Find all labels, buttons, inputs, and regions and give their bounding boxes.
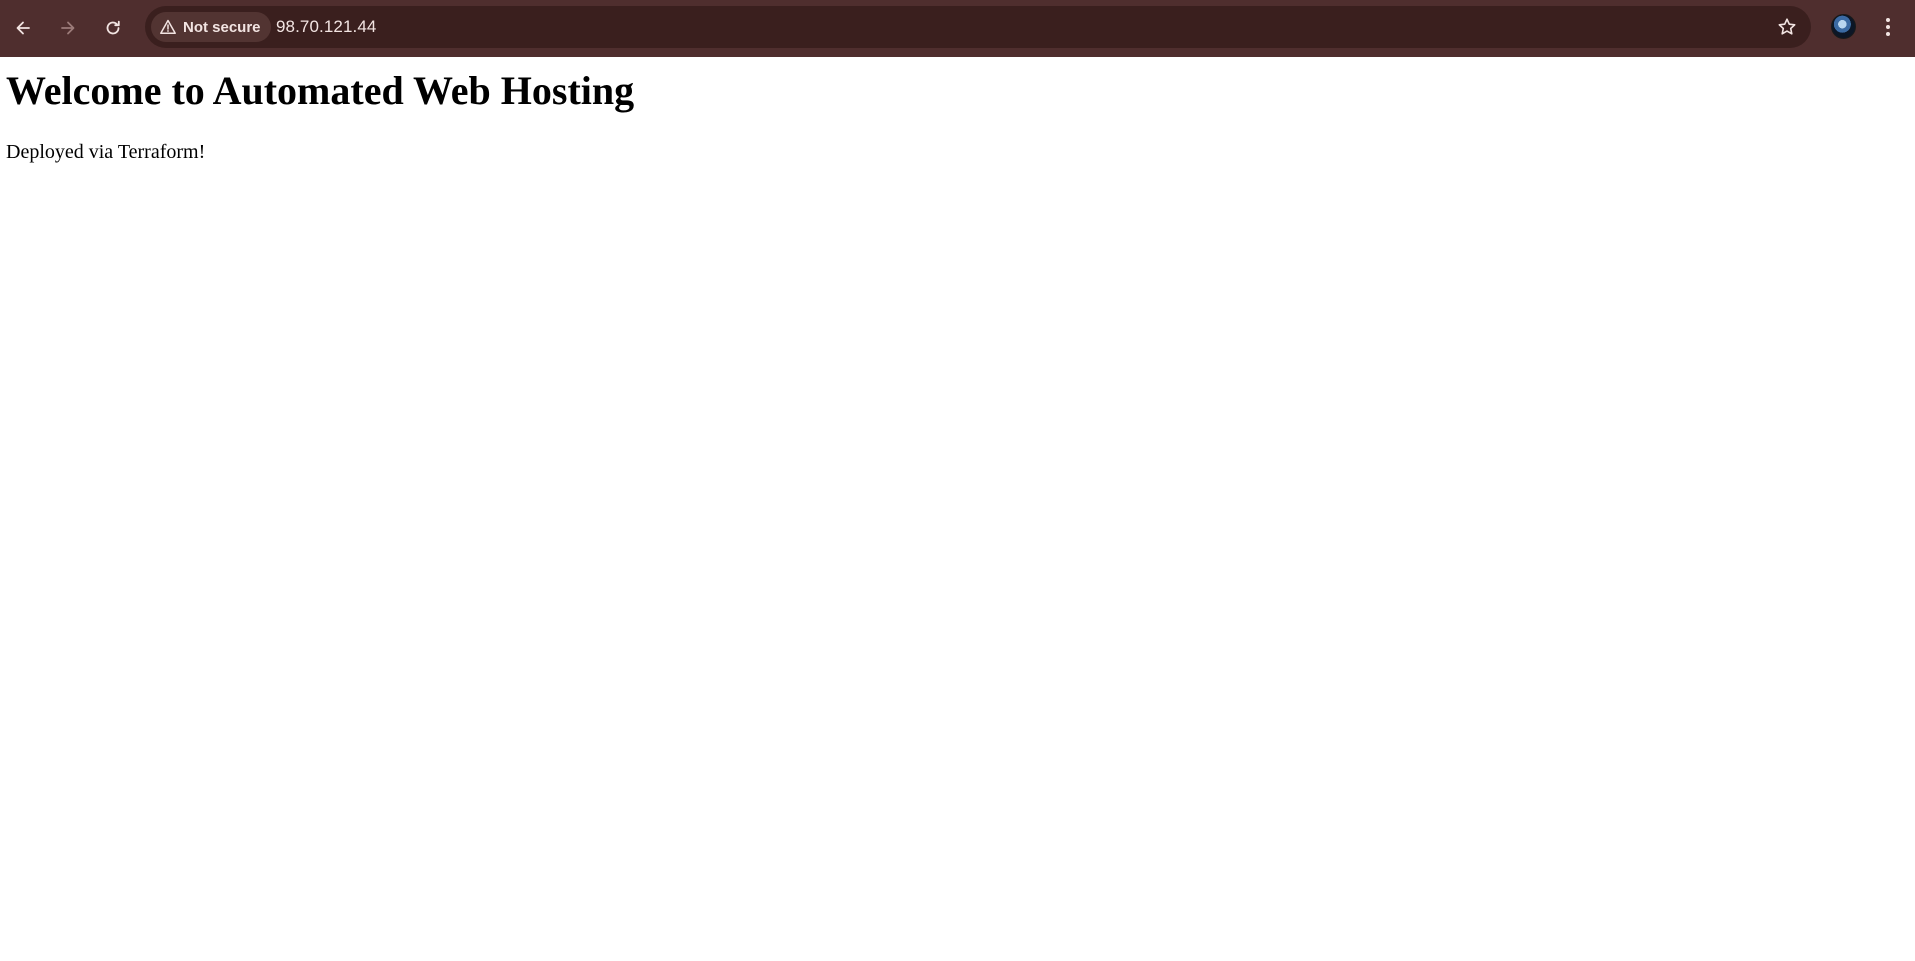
menu-dot — [1886, 32, 1890, 36]
menu-dot — [1886, 25, 1890, 29]
page-content: Welcome to Automated Web Hosting Deploye… — [0, 57, 1915, 961]
security-label: Not secure — [183, 18, 261, 36]
address-bar[interactable]: Not secure 98.70.121.44 — [145, 6, 1811, 48]
warning-triangle-icon — [160, 19, 176, 34]
url-text[interactable]: 98.70.121.44 — [276, 17, 376, 37]
reload-button[interactable] — [96, 11, 130, 45]
back-button[interactable] — [6, 11, 40, 45]
profile-avatar[interactable] — [1831, 14, 1856, 39]
forward-button[interactable] — [51, 11, 85, 45]
back-arrow-icon — [16, 21, 30, 35]
page-paragraph: Deployed via Terraform! — [6, 141, 206, 163]
bookmark-button[interactable] — [1775, 15, 1799, 39]
security-indicator[interactable]: Not secure — [151, 12, 271, 42]
page-heading: Welcome to Automated Web Hosting — [6, 68, 635, 113]
star-icon — [1778, 18, 1796, 35]
menu-dot — [1886, 18, 1890, 22]
reload-icon — [106, 20, 120, 35]
forward-arrow-icon — [61, 21, 75, 35]
kebab-menu-button[interactable] — [1876, 13, 1900, 41]
browser-toolbar: Not secure 98.70.121.44 — [0, 0, 1915, 57]
